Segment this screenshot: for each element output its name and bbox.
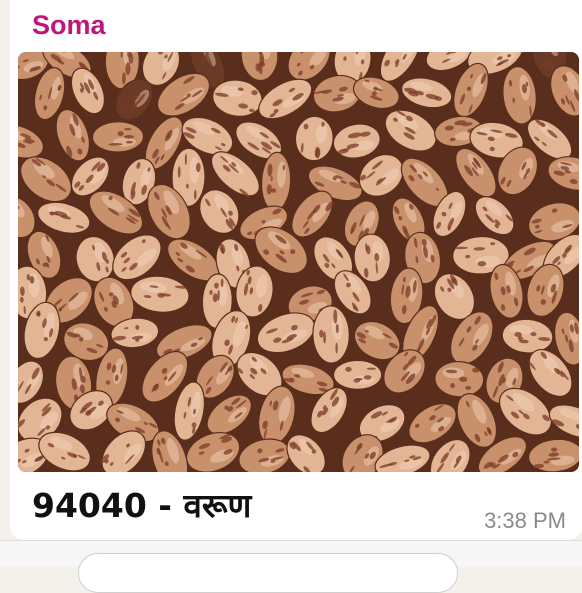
message-timestamp: 3:38 PM [484,507,566,535]
sender-name[interactable]: Soma [32,6,106,44]
message-bubble[interactable]: Soma 94040 - वरूण 3:38 PM [10,0,582,540]
beans-photo-image [18,52,579,472]
message-input[interactable] [78,553,458,593]
message-photo[interactable] [18,52,579,472]
message-caption: 94040 - वरूण [32,484,251,528]
chat-area: Soma 94040 - वरूण 3:38 PM [0,0,582,540]
composer-bar [0,540,582,567]
